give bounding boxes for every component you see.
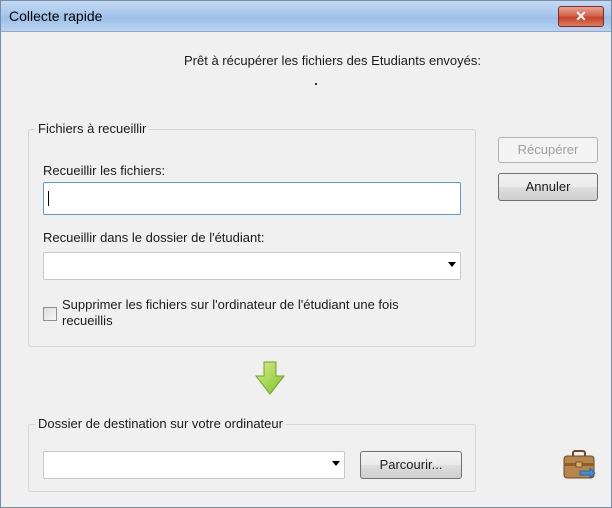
files-group-legend: Fichiers à recueillir bbox=[35, 121, 150, 136]
browse-button[interactable]: Parcourir... bbox=[360, 451, 462, 479]
chevron-down-icon bbox=[448, 262, 456, 267]
delete-files-checkbox-label[interactable]: Supprimer les fichiers sur l'ordinateur … bbox=[62, 297, 447, 329]
destination-group: Dossier de destination sur votre ordinat… bbox=[28, 416, 476, 492]
student-folder-label: Recueillir dans le dossier de l'étudiant… bbox=[43, 230, 265, 245]
title-bar[interactable]: Collecte rapide ✕ bbox=[1, 1, 611, 32]
prompt-status-dot bbox=[315, 83, 317, 85]
retrieve-button[interactable]: Récupérer bbox=[498, 137, 598, 163]
close-icon: ✕ bbox=[575, 8, 587, 24]
files-group: Fichiers à recueillir Recueillir les fic… bbox=[28, 121, 476, 347]
destination-folder-select[interactable] bbox=[43, 451, 345, 479]
text-caret bbox=[48, 191, 49, 206]
collect-files-label: Recueillir les fichiers: bbox=[43, 163, 166, 178]
destination-group-legend: Dossier de destination sur votre ordinat… bbox=[35, 416, 286, 431]
delete-files-checkbox[interactable] bbox=[43, 307, 57, 321]
student-folder-select[interactable] bbox=[43, 252, 461, 280]
prompt-text: Prêt à récupérer les fichiers des Etudia… bbox=[184, 53, 481, 68]
down-arrow-icon bbox=[254, 361, 286, 395]
collect-files-input[interactable] bbox=[43, 182, 461, 215]
chevron-down-icon bbox=[332, 461, 340, 466]
window-title: Collecte rapide bbox=[9, 8, 103, 24]
close-button[interactable]: ✕ bbox=[558, 6, 604, 27]
briefcase-transfer-icon bbox=[563, 450, 596, 479]
dialog-window: Collecte rapide ✕ Prêt à récupérer les f… bbox=[0, 0, 612, 508]
cancel-button[interactable]: Annuler bbox=[498, 173, 598, 201]
